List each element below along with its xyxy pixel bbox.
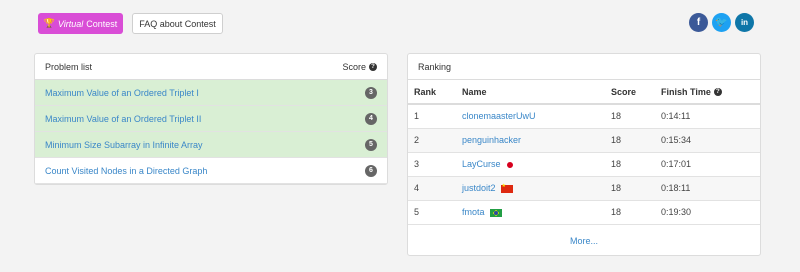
brazil-flag-icon (489, 208, 502, 217)
more-container: More... (408, 225, 760, 256)
finish-time-cell: 0:17:01 (655, 152, 760, 177)
name-column-header: Name (456, 80, 605, 105)
problem-score-badge: 6 (365, 164, 377, 177)
table-row: 4 justdoit2 18 0:18:11 (408, 176, 760, 201)
problem-score-badge: 3 (365, 86, 377, 99)
rank-cell: 1 (408, 104, 456, 129)
help-icon[interactable]: ? (369, 62, 377, 71)
linkedin-icon: in (740, 18, 749, 27)
problem-row: Maximum Value of an Ordered Triplet II 4 (35, 106, 387, 132)
china-flag-icon (500, 183, 513, 193)
problem-list-title: Problem list (45, 61, 93, 72)
ranking-header: Ranking (408, 54, 760, 80)
user-link[interactable]: LayCurse (462, 159, 501, 169)
facebook-share-button[interactable]: f (689, 13, 708, 32)
linkedin-share-button[interactable]: in (735, 13, 754, 32)
rank-cell: 2 (408, 128, 456, 153)
problem-row: Count Visited Nodes in a Directed Graph … (35, 158, 387, 184)
problem-row: Minimum Size Subarray in Infinite Array … (35, 132, 387, 158)
ranking-title: Ranking (418, 61, 452, 72)
user-link[interactable]: fmota (462, 207, 485, 217)
problem-score-badge: 5 (365, 138, 377, 151)
finish-time-column-header: Finish Time? (655, 80, 760, 105)
table-row: 5 fmota 18 0:19:30 (408, 200, 760, 225)
rank-cell: 4 (408, 176, 456, 201)
score-cell: 18 (605, 176, 655, 201)
finish-time-cell: 0:19:30 (655, 200, 760, 225)
score-cell: 18 (605, 104, 655, 129)
problem-score-badge: 4 (365, 112, 377, 125)
problem-row: Maximum Value of an Ordered Triplet I 3 (35, 80, 387, 106)
user-link[interactable]: justdoit2 (462, 183, 496, 193)
table-row: 1 clonemaasterUwU 18 0:14:11 (408, 104, 760, 129)
problem-list-header: Problem list Score ? (35, 54, 387, 80)
virtual-label: Virtual (57, 18, 84, 29)
score-cell: 18 (605, 200, 655, 225)
finish-time-cell: 0:18:11 (655, 176, 760, 201)
more-link[interactable]: More... (570, 236, 598, 246)
rank-cell: 5 (408, 200, 456, 225)
twitter-share-button[interactable]: 🐦 (712, 13, 731, 32)
score-column-header: Score (605, 80, 655, 105)
ranking-panel: Ranking Rank Name Score Finish Time? 1 c… (407, 53, 761, 256)
table-row: 3 LayCurse 18 0:17:01 (408, 152, 760, 177)
facebook-icon: f (696, 17, 701, 28)
rank-cell: 3 (408, 152, 456, 177)
problem-link[interactable]: Minimum Size Subarray in Infinite Array (45, 140, 203, 150)
virtual-contest-button[interactable]: 🏆 Virtual Contest (38, 13, 123, 34)
finish-time-cell: 0:14:11 (655, 104, 760, 129)
contest-label: Contest (86, 18, 118, 29)
user-link[interactable]: penguinhacker (462, 135, 521, 145)
trophy-icon: 🏆 (43, 18, 55, 28)
finish-time-cell: 0:15:34 (655, 128, 760, 153)
faq-button[interactable]: FAQ about Contest (132, 13, 223, 34)
problem-link[interactable]: Maximum Value of an Ordered Triplet II (45, 114, 201, 124)
help-icon[interactable]: ? (713, 87, 722, 96)
score-cell: 18 (605, 128, 655, 153)
table-row: 2 penguinhacker 18 0:15:34 (408, 128, 760, 153)
ranking-table: Rank Name Score Finish Time? 1 clonemaas… (408, 80, 760, 225)
rank-column-header: Rank (408, 80, 456, 105)
score-cell: 18 (605, 152, 655, 177)
twitter-icon: 🐦 (715, 17, 728, 28)
problem-link[interactable]: Count Visited Nodes in a Directed Graph (45, 166, 207, 176)
problem-list-panel: Problem list Score ? Maximum Value of an… (34, 53, 388, 185)
user-link[interactable]: clonemaasterUwU (462, 111, 536, 121)
score-header: Score (342, 61, 366, 72)
problem-link[interactable]: Maximum Value of an Ordered Triplet I (45, 88, 199, 98)
japan-flag-icon (506, 161, 514, 169)
